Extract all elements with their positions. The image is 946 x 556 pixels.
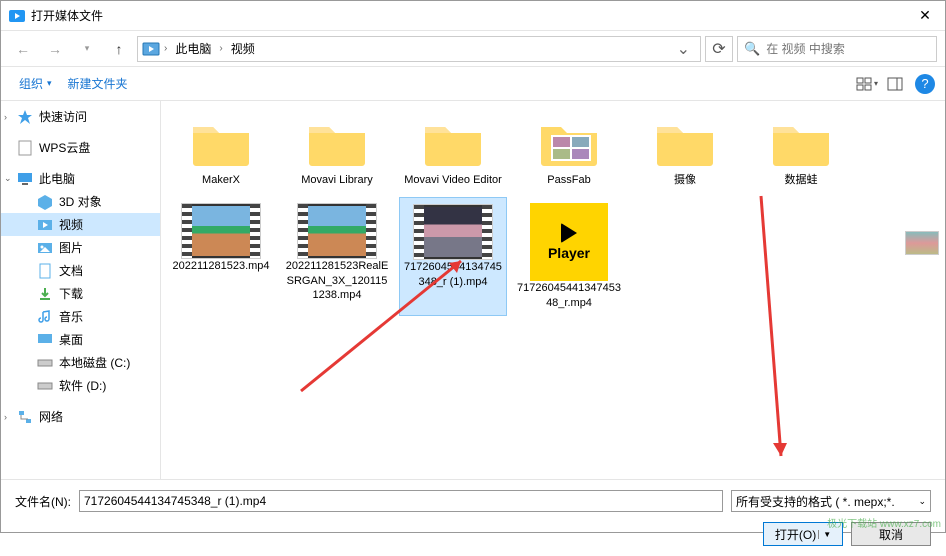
disk-icon — [37, 355, 53, 371]
nav-recent-icon[interactable]: ▾ — [73, 35, 101, 63]
sidebar-desktop[interactable]: 桌面 — [1, 328, 160, 351]
search-icon: 🔍 — [744, 41, 760, 57]
item-label: 7172604544134745348_r (1).mp4 — [402, 260, 504, 289]
nav-back-icon[interactable]: ← — [9, 35, 37, 63]
cube-icon — [37, 194, 53, 210]
sidebar-documents[interactable]: 文档 — [1, 259, 160, 282]
search-box[interactable]: 🔍 — [737, 36, 937, 62]
close-button[interactable]: ✕ — [905, 1, 945, 31]
breadcrumb-current[interactable]: 视频 — [227, 38, 259, 59]
dropdown-icon[interactable]: ▼ — [818, 530, 831, 539]
player-icon: Player — [530, 203, 608, 281]
item-label: 数据蛙 — [785, 173, 818, 187]
sidebar: ›快速访问 WPS云盘 ⌄此电脑 3D 对象 视频 图片 文档 下载 音乐 桌面… — [1, 101, 161, 479]
filename-label: 文件名(N): — [15, 493, 71, 510]
item-label: 202211281523.mp4 — [172, 259, 269, 273]
video-library-icon — [142, 40, 160, 58]
folder-item[interactable]: PassFab — [515, 111, 623, 193]
preview-thumbnail — [905, 231, 939, 255]
music-icon — [37, 309, 53, 325]
document-icon — [37, 263, 53, 279]
disk-icon — [37, 378, 53, 394]
search-input[interactable] — [766, 42, 930, 56]
open-button[interactable]: 打开(O)▼ — [763, 522, 843, 546]
sidebar-3d-objects[interactable]: 3D 对象 — [1, 190, 160, 213]
annotation-arrow — [751, 191, 791, 461]
sidebar-wps-cloud[interactable]: WPS云盘 — [1, 136, 160, 159]
chevron-right-icon: › — [164, 43, 167, 54]
download-icon — [37, 286, 53, 302]
network-icon — [17, 409, 33, 425]
item-label: 202211281523RealESRGAN_3X_1201151238.mp4 — [285, 259, 389, 302]
sidebar-disk-d[interactable]: 软件 (D:) — [1, 374, 160, 397]
picture-icon — [37, 240, 53, 256]
item-label: MakerX — [202, 173, 240, 187]
video-item[interactable]: Player 7172604544134745348_r.mp4 — [515, 197, 623, 316]
breadcrumb-root[interactable]: 此电脑 — [171, 38, 215, 59]
view-mode-button[interactable]: ▾ — [853, 72, 881, 96]
chevron-right-icon: › — [219, 43, 222, 54]
organize-menu[interactable]: 组织 ▾ — [11, 71, 60, 96]
file-list: MakerX Movavi Library Movavi Video Edito… — [161, 101, 945, 479]
sidebar-this-pc[interactable]: ⌄此电脑 — [1, 167, 160, 190]
folder-item[interactable]: 摄像 — [631, 111, 739, 193]
sidebar-quick-access[interactable]: ›快速访问 — [1, 105, 160, 128]
file-type-filter[interactable]: 所有受支持的格式 ( *. mepx;*.⌄ — [731, 490, 931, 512]
folder-thumbs-icon — [537, 117, 601, 169]
video-icon — [37, 217, 53, 233]
nav-forward-icon[interactable]: → — [41, 35, 69, 63]
window-title: 打开媒体文件 — [31, 7, 905, 24]
folder-item[interactable]: Movavi Video Editor — [399, 111, 507, 193]
help-button[interactable]: ? — [915, 74, 935, 94]
sidebar-network[interactable]: ›网络 — [1, 405, 160, 428]
refresh-button[interactable]: ⟳ — [705, 36, 733, 62]
folder-icon — [769, 117, 833, 169]
folder-icon — [305, 117, 369, 169]
chevron-down-icon: ⌄ — [4, 173, 12, 184]
cancel-button[interactable]: 取消 — [851, 522, 931, 546]
folder-item[interactable]: Movavi Library — [283, 111, 391, 193]
video-thumbnail — [413, 204, 493, 260]
item-label: 7172604544134745348_r.mp4 — [517, 281, 621, 310]
item-label: Movavi Library — [301, 173, 373, 187]
app-icon — [9, 8, 25, 24]
folder-item[interactable]: MakerX — [167, 111, 275, 193]
item-label: 摄像 — [674, 173, 696, 187]
video-item-selected[interactable]: 7172604544134745348_r (1).mp4 — [399, 197, 507, 316]
folder-icon — [653, 117, 717, 169]
wps-icon — [17, 140, 33, 156]
chevron-right-icon: › — [4, 412, 7, 422]
video-item[interactable]: 202211281523.mp4 — [167, 197, 275, 316]
item-label: PassFab — [547, 173, 590, 187]
video-item[interactable]: 202211281523RealESRGAN_3X_1201151238.mp4 — [283, 197, 391, 316]
folder-icon — [421, 117, 485, 169]
new-folder-button[interactable]: 新建文件夹 — [60, 71, 136, 96]
preview-pane-button[interactable] — [881, 72, 909, 96]
item-label: Movavi Video Editor — [404, 173, 502, 187]
breadcrumb[interactable]: › 此电脑 › 视频 ⌄ — [137, 36, 701, 62]
sidebar-music[interactable]: 音乐 — [1, 305, 160, 328]
folder-icon — [189, 117, 253, 169]
star-icon — [17, 109, 33, 125]
nav-up-icon[interactable]: ↑ — [105, 35, 133, 63]
video-thumbnail — [297, 203, 377, 259]
folder-item[interactable]: 数据蛙 — [747, 111, 855, 193]
filename-input[interactable] — [79, 490, 723, 512]
desktop-icon — [37, 332, 53, 348]
sidebar-downloads[interactable]: 下载 — [1, 282, 160, 305]
pc-icon — [17, 171, 33, 187]
sidebar-videos[interactable]: 视频 — [1, 213, 160, 236]
sidebar-disk-c[interactable]: 本地磁盘 (C:) — [1, 351, 160, 374]
video-thumbnail — [181, 203, 261, 259]
sidebar-pictures[interactable]: 图片 — [1, 236, 160, 259]
chevron-right-icon: › — [4, 112, 7, 122]
breadcrumb-dropdown-icon[interactable]: ⌄ — [671, 39, 696, 59]
